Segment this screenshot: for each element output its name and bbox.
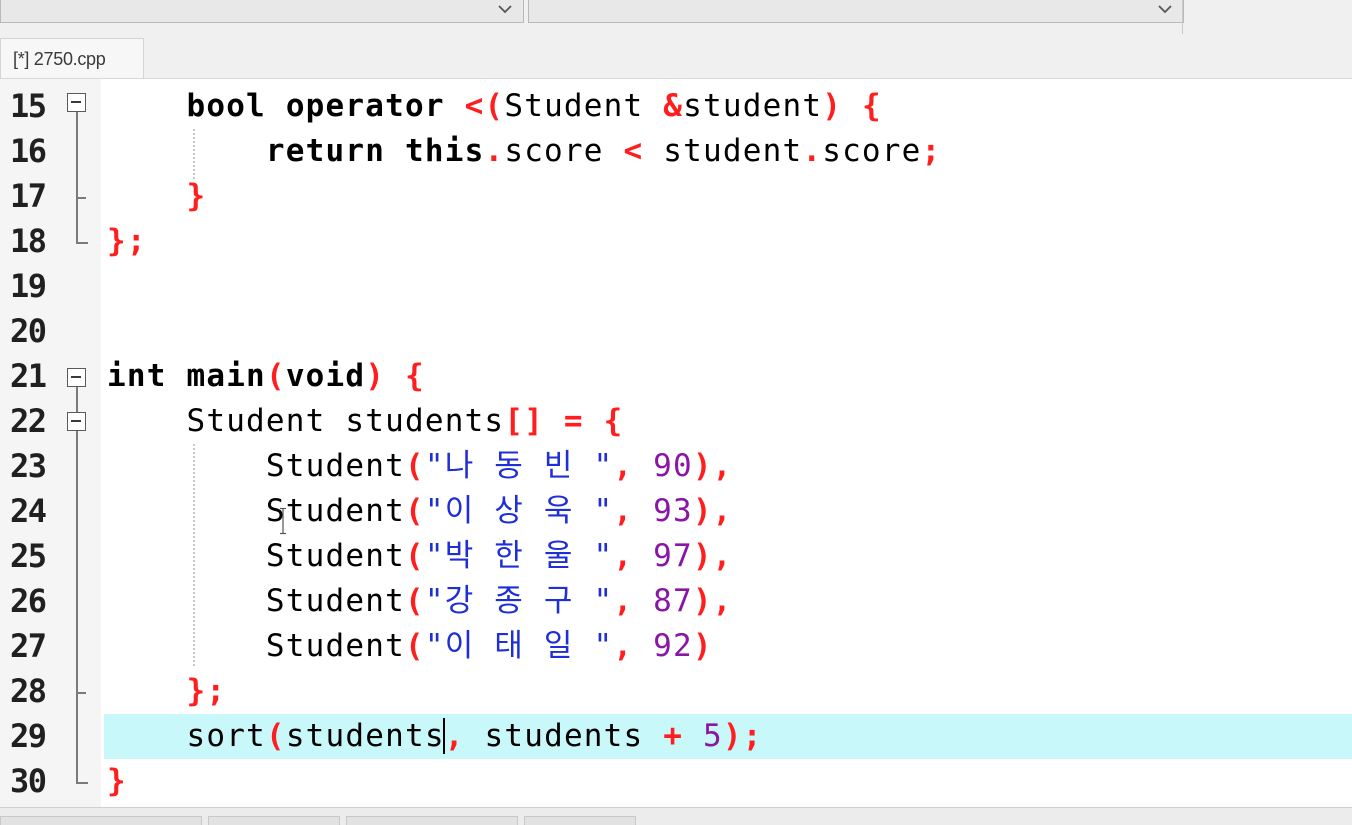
code-line[interactable]: 22 Student students[] = {	[0, 399, 1352, 444]
line-number: 20	[10, 312, 47, 350]
line-code: };	[107, 223, 147, 259]
line-number: 19	[10, 267, 47, 305]
line-code: bool operator <(Student &student) {	[186, 88, 882, 124]
line-number: 26	[10, 582, 47, 620]
line-number: 23	[10, 447, 47, 485]
code-line[interactable]: 30 }	[0, 759, 1352, 804]
line-number: 29	[10, 717, 47, 755]
code-editor[interactable]: 15 bool operator <(Student &student) { 1…	[0, 79, 1352, 807]
line-number: 17	[10, 177, 47, 215]
bottom-tab[interactable]	[0, 816, 202, 825]
line-number: 25	[10, 537, 47, 575]
code-line[interactable]: 19	[0, 264, 1352, 309]
code-line[interactable]: 18 };	[0, 219, 1352, 264]
line-code: return this.score < student.score;	[265, 133, 942, 169]
function-combo-box[interactable]	[528, 0, 1184, 23]
toolbar-divider	[1182, 0, 1187, 34]
ide-window: [*] 2750.cpp 15 bool operator <(Student …	[0, 0, 1352, 825]
line-code: }	[186, 178, 207, 214]
line-code: Student("이 상 욱 ", 93),	[265, 493, 733, 529]
tab-label: [*] 2750.cpp	[13, 49, 106, 69]
code-line[interactable]: 28 };	[0, 669, 1352, 714]
line-number: 22	[10, 402, 47, 440]
line-code: }	[107, 763, 127, 799]
line-number: 24	[10, 492, 47, 530]
line-code: Student("이 태 일 ", 92)	[265, 628, 713, 664]
mouse-ibeam-cursor-icon	[280, 507, 286, 535]
code-line[interactable]: 25 Student("박 한 울 ", 97),	[0, 534, 1352, 579]
code-line[interactable]: 27 Student("이 태 일 ", 92)	[0, 624, 1352, 669]
line-number: 15	[10, 87, 47, 125]
bottom-tab[interactable]	[208, 816, 340, 825]
code-line[interactable]: 20	[0, 309, 1352, 354]
line-code: };	[186, 673, 227, 709]
editor-tab-strip: [*] 2750.cpp	[0, 34, 1352, 79]
bottom-panel-tabs	[0, 807, 1352, 825]
line-code: Student students[] = {	[186, 403, 624, 439]
code-line[interactable]: 21 int main(void) {	[0, 354, 1352, 399]
chevron-down-icon[interactable]	[497, 1, 513, 17]
code-line[interactable]: 24 Student("이 상 욱 ", 93),	[0, 489, 1352, 534]
line-number: 30	[10, 762, 47, 800]
current-code-line[interactable]: 29 sort(students, students + 5);	[0, 714, 1352, 759]
code-line[interactable]: 16 return this.score < student.score;	[0, 129, 1352, 174]
line-number: 16	[10, 132, 47, 170]
bottom-tab[interactable]	[346, 816, 518, 825]
line-code: int main(void) {	[107, 358, 425, 394]
line-number: 27	[10, 627, 47, 665]
line-number: 28	[10, 672, 47, 710]
line-number: 18	[10, 222, 47, 260]
chevron-down-icon[interactable]	[1157, 1, 1173, 17]
code-line[interactable]: 15 bool operator <(Student &student) {	[0, 84, 1352, 129]
line-code: Student("나 동 빈 ", 90),	[265, 448, 733, 484]
code-line[interactable]: 26 Student("강 종 구 ", 87),	[0, 579, 1352, 624]
bottom-tab[interactable]	[524, 816, 636, 825]
tab-2750-cpp[interactable]: [*] 2750.cpp	[0, 38, 144, 78]
class-combo-box[interactable]	[0, 0, 524, 23]
line-code: Student("강 종 구 ", 87),	[265, 583, 733, 619]
toolbar	[0, 0, 1352, 34]
line-code: sort(students, students + 5);	[186, 718, 763, 754]
line-number: 21	[10, 357, 47, 395]
code-line[interactable]: 17 }	[0, 174, 1352, 219]
text-caret	[443, 718, 445, 754]
line-code: Student("박 한 울 ", 97),	[265, 538, 733, 574]
code-line[interactable]: 23 Student("나 동 빈 ", 90),	[0, 444, 1352, 489]
